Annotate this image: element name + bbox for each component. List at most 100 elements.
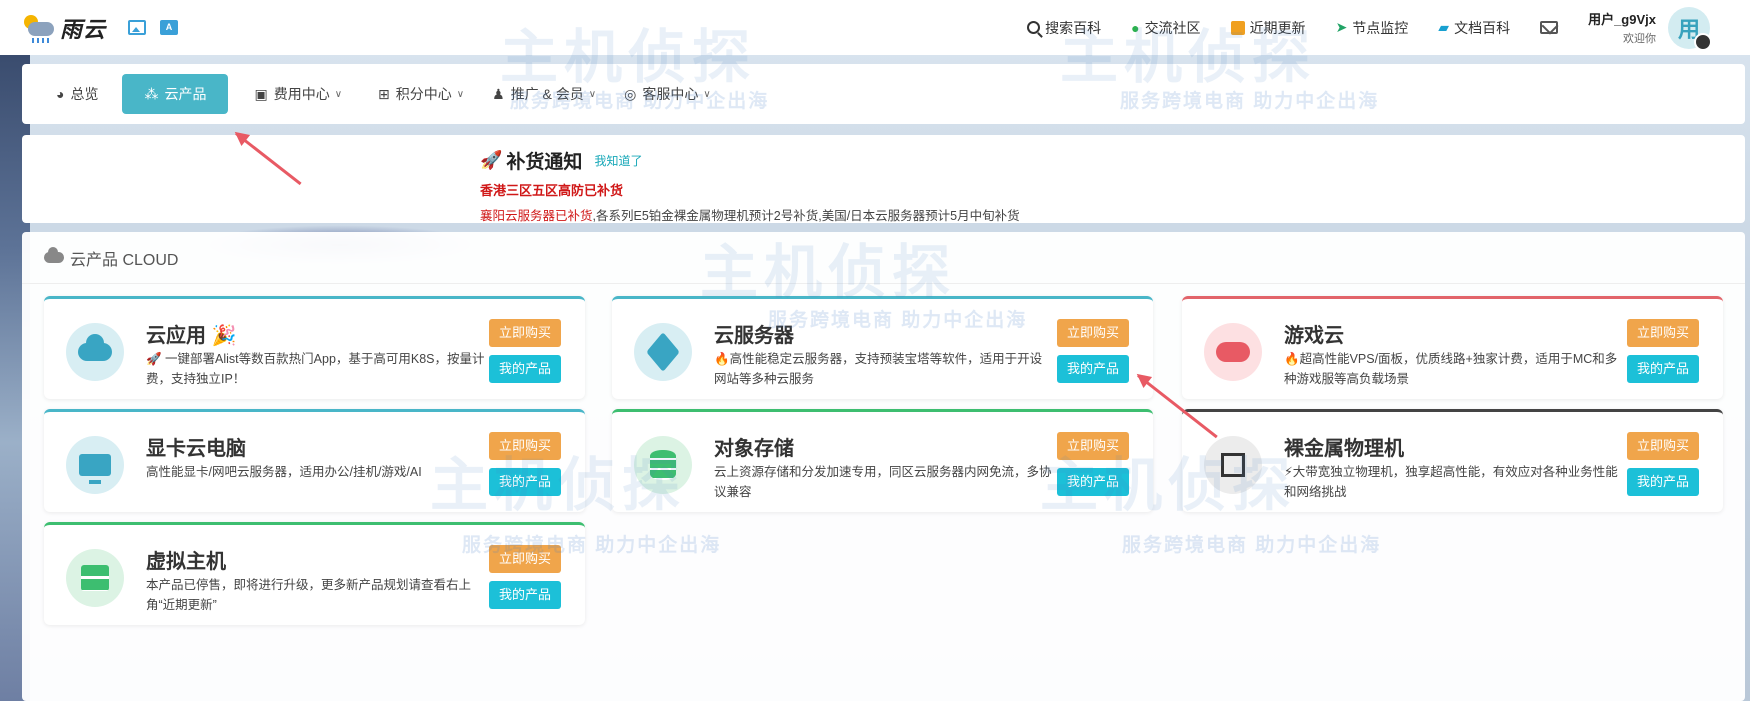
notice-line-2-highlight: 襄阳云服务器已补货 bbox=[480, 209, 593, 223]
card-desc: 云上资源存储和分发加速专用，同区云服务器内网免流，多协议兼容 bbox=[714, 465, 1052, 499]
nav-label: 费用中心 bbox=[273, 86, 330, 102]
notice-title: 补货通知 bbox=[506, 152, 583, 173]
gamepad-icon bbox=[1204, 323, 1262, 381]
topnav-community[interactable]: ● 交流社区 bbox=[1131, 18, 1200, 38]
server-icon bbox=[66, 549, 124, 607]
panel-header: 云产品 CLOUD bbox=[22, 232, 1745, 284]
top-header: 雨云 A 搜索百科 ● 交流社区 近期更新 ➤ 节点监控 ▰ 文档百科 用户_g… bbox=[0, 0, 1750, 55]
chevron-down-icon: ∨ bbox=[334, 88, 343, 100]
topnav-label: 搜索百科 bbox=[1045, 19, 1102, 36]
cube-icon bbox=[634, 323, 692, 381]
card-desc: ⚡大带宽独立物理机，独享超高性能，有效应对各种业务性能和网络挑战 bbox=[1284, 465, 1618, 499]
card-desc: 🔥超高性能VPS/面板，优质线路+独家计费，适用于MC和多种游戏服等高负载场景 bbox=[1284, 352, 1618, 386]
send-icon: ➤ bbox=[1335, 19, 1348, 35]
topnav-monitor[interactable]: ➤ 节点监控 bbox=[1336, 18, 1409, 38]
buy-button[interactable]: 立即购买 bbox=[489, 545, 561, 573]
nav-points[interactable]: ⊞ 积分中心 ∨ bbox=[364, 74, 478, 114]
top-nav: 搜索百科 ● 交流社区 近期更新 ➤ 节点监控 ▰ 文档百科 用户_g9Vjx … bbox=[997, 0, 1712, 55]
my-products-button[interactable]: 我的产品 bbox=[489, 355, 561, 383]
mail-icon[interactable] bbox=[1540, 21, 1559, 34]
card-desc: 高性能显卡/网吧云服务器，适用办公/挂机/游戏/AI bbox=[146, 465, 422, 479]
product-card-cloud-server[interactable]: 云服务器 🔥高性能稳定云服务器，支持预装宝塔等软件，适用于开设网站等多种云服务 … bbox=[612, 296, 1153, 399]
user-info[interactable]: 用户_g9Vjx 欢迎你 bbox=[1588, 9, 1656, 46]
status-badge-icon bbox=[1694, 32, 1712, 51]
card-title: 云服务器 bbox=[714, 325, 794, 347]
card-title: 云应用 🎉 bbox=[146, 325, 237, 347]
nav-cloud-products[interactable]: ⁂ 云产品 bbox=[122, 74, 229, 114]
gift-icon: ⊞ bbox=[378, 85, 390, 102]
chevron-down-icon: ∨ bbox=[456, 88, 465, 100]
my-products-button[interactable]: 我的产品 bbox=[489, 468, 561, 496]
logo[interactable]: 雨云 bbox=[22, 0, 106, 55]
book-icon: ▰ bbox=[1438, 19, 1450, 35]
product-card-bare-metal[interactable]: 裸金属物理机 ⚡大带宽独立物理机，独享超高性能，有效应对各种业务性能和网络挑战 … bbox=[1182, 409, 1723, 512]
rocket-icon: 🚀 bbox=[480, 150, 503, 170]
nav-overview[interactable]: ◕ 总览 bbox=[42, 74, 112, 114]
avatar[interactable]: 用 bbox=[1668, 6, 1712, 51]
card-title: 游戏云 bbox=[1284, 325, 1344, 347]
vector-square-icon bbox=[1204, 436, 1262, 494]
buy-button[interactable]: 立即购买 bbox=[1627, 319, 1699, 347]
topnav-label: 节点监控 bbox=[1352, 19, 1409, 36]
topnav-docs[interactable]: ▰ 文档百科 bbox=[1438, 18, 1510, 38]
nav-promotion[interactable]: ♟ 推广 & 会员 ∨ bbox=[478, 74, 610, 114]
monitor-icon bbox=[66, 436, 124, 494]
nav-label: 总览 bbox=[70, 86, 99, 102]
notice-line-2-rest: ,各系列E5铂金裸金属物理机预计2号补货,美国/日本云服务器预计5月中旬补货 bbox=[592, 209, 1020, 223]
my-products-button[interactable]: 我的产品 bbox=[1627, 468, 1699, 496]
buy-button[interactable]: 立即购买 bbox=[489, 319, 561, 347]
my-products-button[interactable]: 我的产品 bbox=[1057, 355, 1129, 383]
notice-ack-link[interactable]: 我知道了 bbox=[594, 152, 642, 169]
restock-notice: 🚀 补货通知 我知道了 香港三区五区高防已补货 襄阳云服务器已补货,各系列E5铂… bbox=[22, 135, 1745, 223]
user-name: 用户_g9Vjx bbox=[1588, 12, 1656, 27]
card-desc: 🚀 一键部署Alist等数百款热门App，基于高可用K8S，按量计费，支持独立I… bbox=[146, 352, 485, 386]
nav-label: 推广 & 会员 bbox=[510, 86, 584, 102]
nav-label: 客服中心 bbox=[642, 86, 699, 102]
buy-button[interactable]: 立即购买 bbox=[1057, 319, 1129, 347]
notice-line-1: 香港三区五区高防已补货 bbox=[480, 183, 624, 198]
nav-label: 云产品 bbox=[164, 86, 207, 102]
main-nav: ◕ 总览 ⁂ 云产品 ▣ 费用中心 ∨ ⊞ 积分中心 ∨ ♟ 推广 & 会员 ∨… bbox=[22, 64, 1745, 124]
topnav-updates[interactable]: 近期更新 bbox=[1230, 18, 1306, 38]
card-title: 对象存储 bbox=[714, 438, 794, 460]
product-card-virtual-host[interactable]: 虚拟主机 本产品已停售，即将进行升级，更多新产品规划请查看右上角“近期更新” 立… bbox=[44, 522, 585, 625]
my-products-button[interactable]: 我的产品 bbox=[1057, 468, 1129, 496]
topnav-label: 近期更新 bbox=[1249, 19, 1306, 36]
nav-support[interactable]: ◎ 客服中心 ∨ bbox=[610, 74, 725, 114]
nav-billing[interactable]: ▣ 费用中心 ∨ bbox=[240, 74, 356, 114]
chevron-down-icon: ∨ bbox=[588, 88, 597, 100]
topnav-label: 文档百科 bbox=[1454, 19, 1511, 36]
panel-title: 云产品 CLOUD bbox=[70, 251, 179, 269]
buy-button[interactable]: 立即购买 bbox=[1627, 432, 1699, 460]
money-icon: ▣ bbox=[254, 85, 268, 102]
chevron-down-icon: ∨ bbox=[703, 88, 711, 100]
cloud-icon bbox=[44, 247, 64, 263]
product-card-object-storage[interactable]: 对象存储 云上资源存储和分发加速专用，同区云服务器内网免流，多协议兼容 立即购买… bbox=[612, 409, 1153, 512]
cubes-icon: ⁂ bbox=[144, 85, 159, 102]
translate-icon[interactable]: A bbox=[160, 20, 179, 35]
products-panel: 云产品 CLOUD 云应用 🎉 🚀 一键部署Alist等数百款热门App，基于高… bbox=[22, 232, 1745, 701]
user-greeting: 欢迎你 bbox=[1623, 33, 1656, 45]
search-icon bbox=[1027, 21, 1041, 34]
nav-label: 积分中心 bbox=[395, 86, 452, 102]
card-desc: 本产品已停售，即将进行升级，更多新产品规划请查看右上角“近期更新” bbox=[146, 578, 472, 612]
dashboard-icon: ◕ bbox=[56, 86, 65, 102]
product-card-cloud-app[interactable]: 云应用 🎉 🚀 一键部署Alist等数百款热门App，基于高可用K8S，按量计费… bbox=[44, 296, 585, 399]
image-icon[interactable] bbox=[128, 20, 147, 35]
product-card-game-cloud[interactable]: 游戏云 🔥超高性能VPS/面板，优质线路+独家计费，适用于MC和多种游戏服等高负… bbox=[1182, 296, 1723, 399]
product-card-gpu-pc[interactable]: 显卡云电脑 高性能显卡/网吧云服务器，适用办公/挂机/游戏/AI 立即购买 我的… bbox=[44, 409, 585, 512]
cloud-icon bbox=[66, 323, 124, 381]
buy-button[interactable]: 立即购买 bbox=[489, 432, 561, 460]
headset-icon: ◎ bbox=[624, 85, 637, 102]
my-products-button[interactable]: 我的产品 bbox=[489, 581, 561, 609]
topnav-label: 交流社区 bbox=[1144, 19, 1201, 36]
chat-icon: ● bbox=[1131, 19, 1140, 36]
buy-button[interactable]: 立即购买 bbox=[1057, 432, 1129, 460]
logo-text: 雨云 bbox=[60, 16, 107, 42]
topnav-search[interactable]: 搜索百科 bbox=[1027, 18, 1101, 38]
my-products-button[interactable]: 我的产品 bbox=[1627, 355, 1699, 383]
card-title: 裸金属物理机 bbox=[1284, 438, 1404, 460]
card-title: 显卡云电脑 bbox=[146, 438, 246, 460]
users-icon: ♟ bbox=[492, 85, 505, 102]
card-desc: 🔥高性能稳定云服务器，支持预装宝塔等软件，适用于开设网站等多种云服务 bbox=[714, 352, 1043, 386]
